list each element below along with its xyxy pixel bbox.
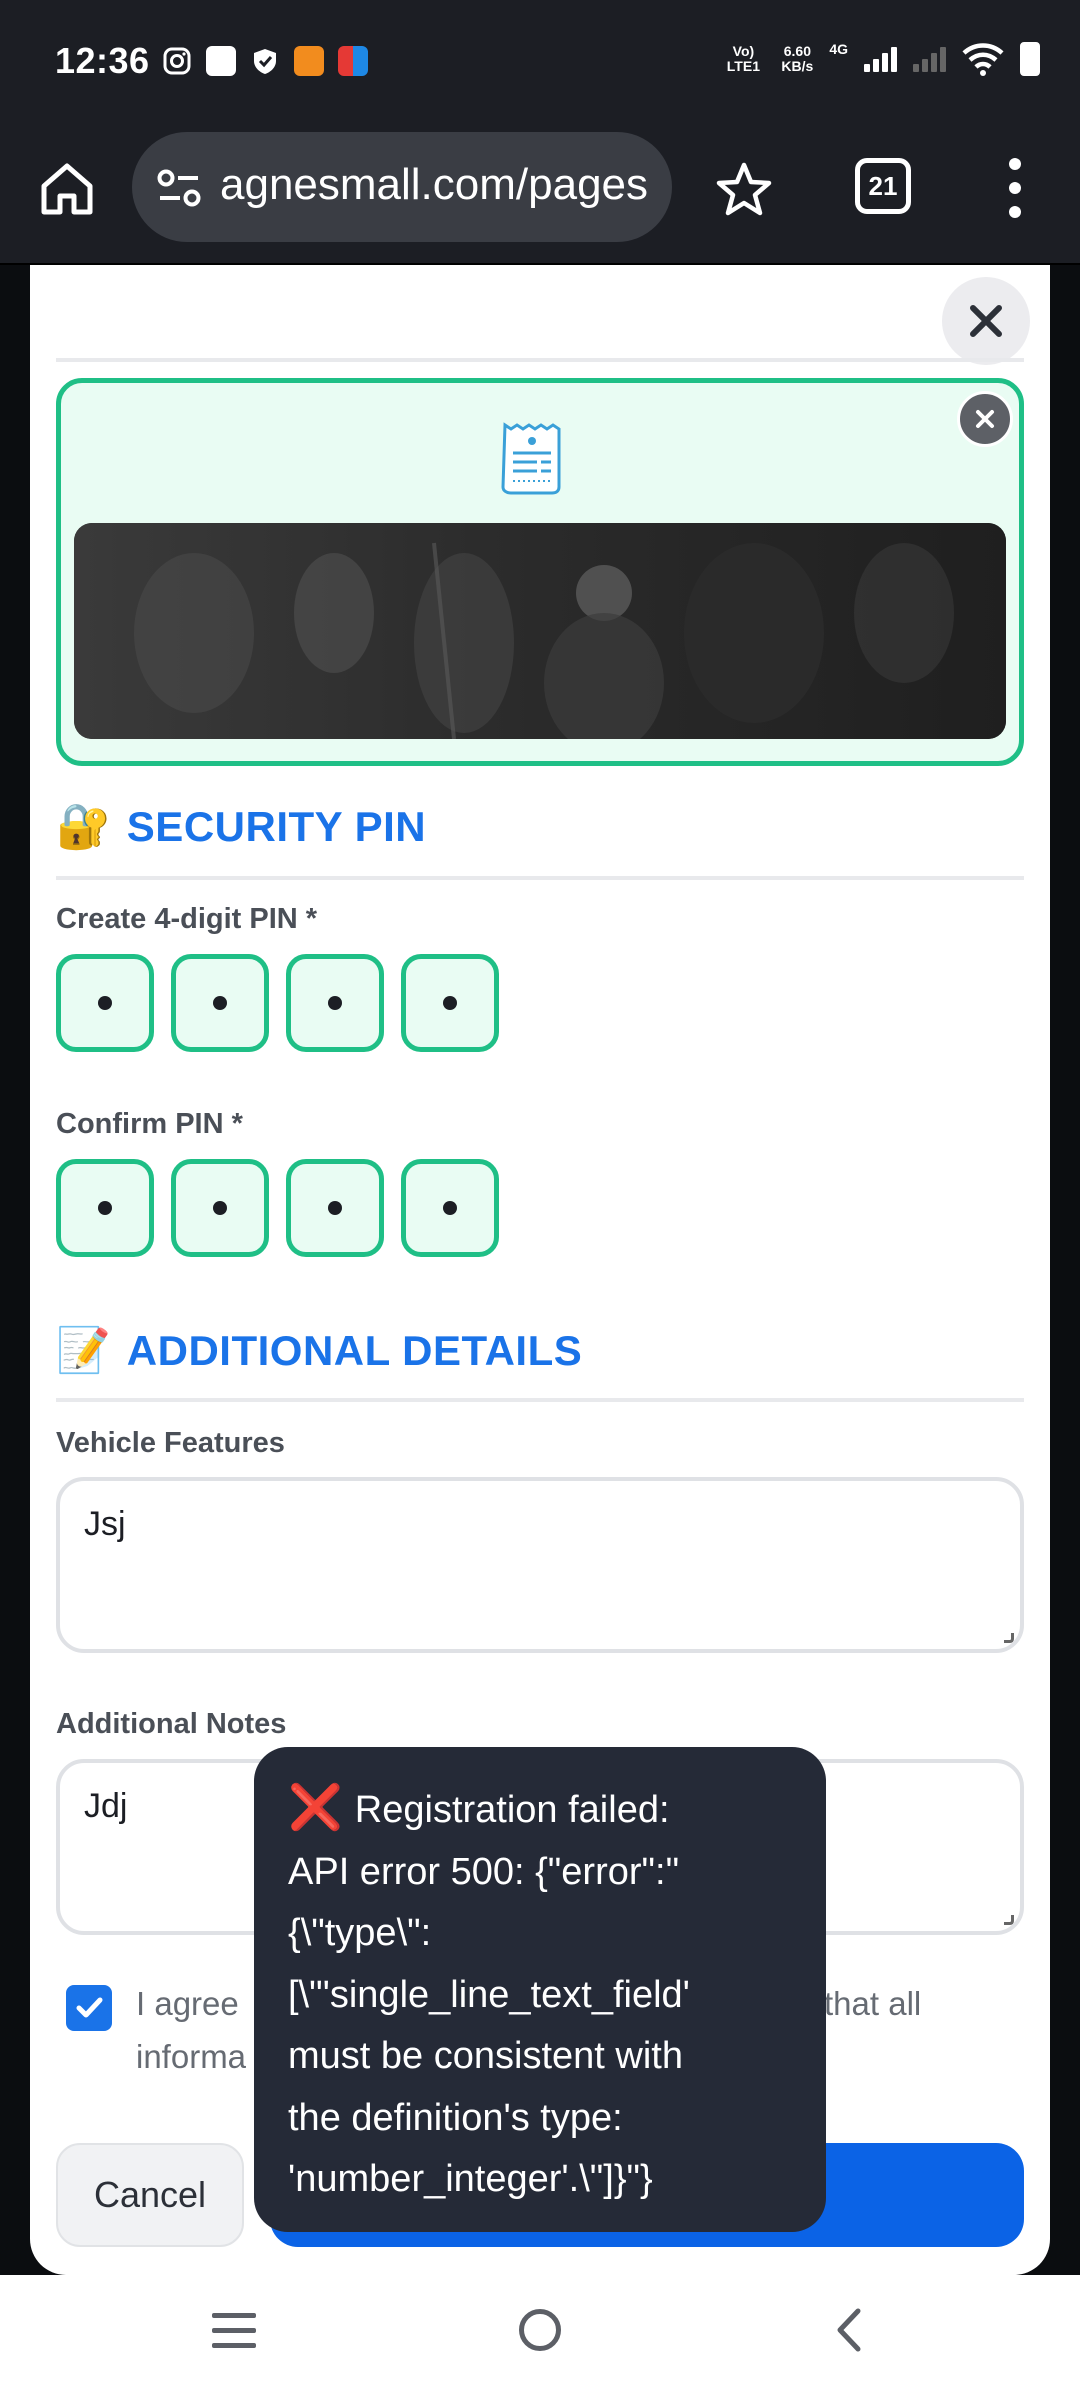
confirm-pin-digit-input[interactable] bbox=[401, 1159, 499, 1257]
speed-value: 6.60 bbox=[783, 43, 811, 59]
toast-line: [\"'single_line_text_field' bbox=[288, 1973, 690, 2016]
battery-icon bbox=[1020, 42, 1040, 76]
pin-digit-input[interactable] bbox=[171, 954, 269, 1052]
memo-icon: 📝 bbox=[56, 1326, 111, 1375]
close-modal-button[interactable] bbox=[942, 277, 1030, 365]
status-time: 12:36 bbox=[55, 40, 150, 81]
more-options-icon[interactable] bbox=[1000, 158, 1030, 224]
wifi-icon bbox=[962, 43, 1004, 76]
back-icon[interactable] bbox=[826, 2305, 876, 2355]
resize-handle[interactable] bbox=[1004, 1915, 1014, 1925]
tab-switcher-button[interactable]: 21 bbox=[855, 158, 911, 214]
toast-line: API error 500: {"error":" bbox=[288, 1850, 680, 1893]
confirm-pin-inputs bbox=[56, 1159, 499, 1257]
toast-line: the definition's type: bbox=[288, 2096, 623, 2139]
site-settings-icon[interactable] bbox=[156, 168, 202, 208]
confirm-pin-label: Confirm PIN * bbox=[56, 1108, 243, 1140]
toast-line: {\"type\": bbox=[288, 1912, 432, 1954]
cancel-button[interactable]: Cancel bbox=[56, 2143, 244, 2247]
agree-checkbox[interactable] bbox=[66, 1985, 112, 2031]
status-bar: 12:36 Vo) LTE1 6.60 KB/s 4G bbox=[0, 0, 1080, 120]
pin-digit-input[interactable] bbox=[286, 954, 384, 1052]
confirm-pin-digit-input[interactable] bbox=[286, 1159, 384, 1257]
home-nav-icon[interactable] bbox=[519, 2309, 561, 2351]
instagram-icon bbox=[163, 47, 191, 75]
additional-notes-label: Additional Notes bbox=[56, 1708, 287, 1740]
system-nav-bar bbox=[0, 2275, 1080, 2392]
agreement-text-start: I agree bbox=[136, 1985, 239, 2022]
receipt-icon bbox=[501, 422, 561, 495]
grid-app-icon bbox=[338, 46, 368, 76]
uploaded-image-preview bbox=[74, 523, 1006, 739]
vehicle-features-label: Vehicle Features bbox=[56, 1427, 285, 1459]
bookmark-star-icon[interactable] bbox=[714, 160, 774, 220]
divider bbox=[56, 876, 1024, 880]
notification-icons bbox=[162, 46, 368, 76]
resize-handle[interactable] bbox=[1004, 1633, 1014, 1643]
pin-digit-input[interactable] bbox=[401, 954, 499, 1052]
speed-indicator: 6.60 KB/s bbox=[781, 44, 813, 74]
remove-image-button[interactable] bbox=[957, 391, 1013, 447]
volte-label: Vo) LTE1 bbox=[726, 43, 760, 74]
toast-line: 'number_integer'.\"]}"} bbox=[288, 2158, 653, 2200]
additional-notes-value: Jdj bbox=[84, 1787, 128, 1825]
additional-details-heading: 📝 ADDITIONAL DETAILS bbox=[56, 1327, 582, 1375]
close-icon bbox=[976, 410, 994, 428]
browser-toolbar: agnesmall.com/pages 21 bbox=[0, 120, 1080, 265]
check-icon bbox=[76, 1997, 103, 2018]
create-pin-inputs bbox=[56, 954, 499, 1052]
create-pin-label: Create 4-digit PIN * bbox=[56, 903, 318, 935]
divider bbox=[56, 358, 1024, 362]
network-type: 4G bbox=[829, 41, 848, 57]
pin-digit-input[interactable] bbox=[56, 954, 154, 1052]
shield-icon bbox=[254, 49, 276, 74]
divider bbox=[56, 1398, 1024, 1402]
vehicle-features-value: Jsj bbox=[84, 1505, 126, 1543]
close-icon bbox=[970, 305, 1002, 337]
signal-secondary-icon bbox=[913, 46, 946, 72]
agreement-text-end: that all bbox=[824, 1985, 922, 2022]
vehicle-features-textarea[interactable]: Jsj bbox=[56, 1477, 1024, 1653]
receipt-upload-area[interactable] bbox=[56, 378, 1024, 766]
modal-header bbox=[30, 265, 1050, 355]
system-icons: Vo) LTE1 6.60 KB/s 4G bbox=[721, 42, 1040, 76]
orange-app-icon bbox=[294, 46, 324, 76]
confirm-pin-digit-input[interactable] bbox=[171, 1159, 269, 1257]
url-text: agnesmall.com/pages bbox=[220, 160, 649, 209]
toast-line: ❌ Registration failed: bbox=[288, 1783, 670, 1832]
recent-apps-icon[interactable] bbox=[212, 2313, 256, 2349]
confirm-pin-digit-input[interactable] bbox=[56, 1159, 154, 1257]
section-title: SECURITY PIN bbox=[126, 803, 427, 850]
toast-line: must be consistent with bbox=[288, 2035, 683, 2077]
error-toast: ❌ Registration failed: API error 500: {"e… bbox=[254, 1747, 826, 2232]
error-icon: ❌ bbox=[288, 1783, 343, 1832]
section-title: ADDITIONAL DETAILS bbox=[126, 1327, 583, 1374]
home-icon[interactable] bbox=[36, 158, 98, 220]
app-notification-icon bbox=[206, 46, 236, 76]
address-bar[interactable]: agnesmall.com/pages bbox=[132, 132, 672, 242]
speed-unit: KB/s bbox=[781, 58, 814, 74]
signal-icon bbox=[864, 46, 897, 72]
security-pin-heading: 🔐 SECURITY PIN bbox=[56, 803, 426, 851]
lock-key-icon: 🔐 bbox=[56, 802, 111, 851]
